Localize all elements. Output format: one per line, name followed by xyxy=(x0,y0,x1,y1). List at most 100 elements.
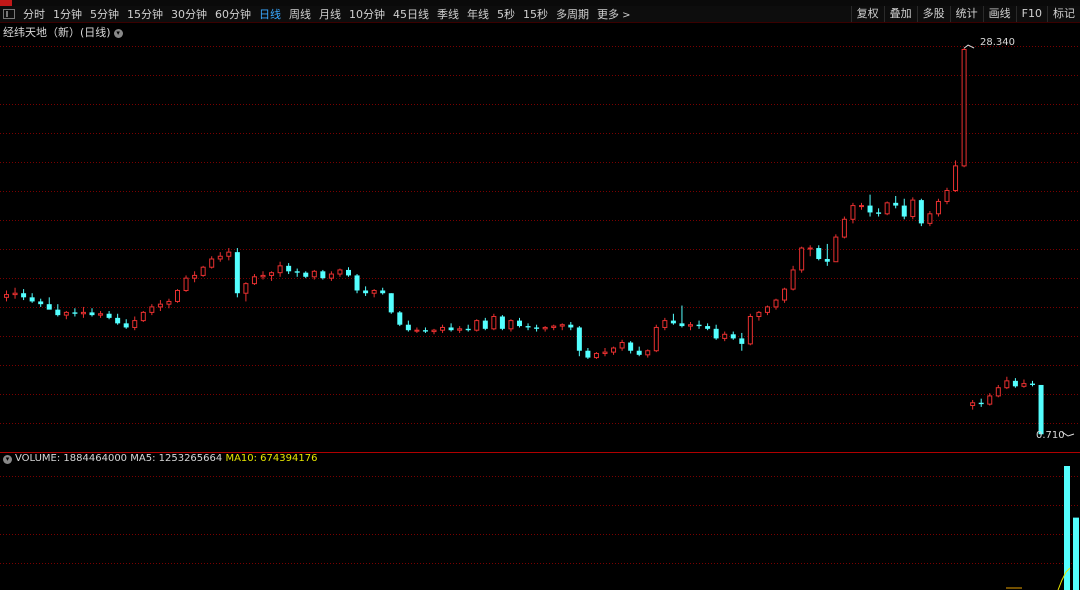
candle-body xyxy=(380,290,386,294)
right-tool-1[interactable]: 叠加 xyxy=(883,6,917,22)
candle-body xyxy=(636,350,642,355)
candle-body xyxy=(115,317,121,324)
candle-body xyxy=(705,326,711,329)
period-tab-12[interactable]: 年线 xyxy=(463,6,493,22)
candle-body xyxy=(482,320,488,329)
period-tab-14[interactable]: 15秒 xyxy=(519,6,552,22)
candle-body xyxy=(286,265,292,272)
candle-body xyxy=(38,301,44,305)
layout-toggle-icon[interactable] xyxy=(3,9,15,19)
period-tab-0[interactable]: 分时 xyxy=(19,6,49,22)
candle-body xyxy=(192,274,198,279)
period-tab-2[interactable]: 5分钟 xyxy=(86,6,123,22)
candle-body xyxy=(414,329,420,332)
candle-body xyxy=(132,320,138,328)
period-tab-11[interactable]: 季线 xyxy=(433,6,463,22)
period-tab-16[interactable]: 更多 > xyxy=(593,6,635,22)
right-toolbar: 复权 叠加 多股 统计 画线 F10 标记 xyxy=(850,6,1080,22)
ma10-value: MA10: 674394176 xyxy=(225,453,318,464)
candle-body xyxy=(645,350,651,356)
right-tool-0[interactable]: 复权 xyxy=(850,6,884,22)
candle-body xyxy=(953,165,959,192)
candle-body xyxy=(346,269,351,276)
candle-body xyxy=(602,351,608,354)
period-tab-5[interactable]: 60分钟 xyxy=(211,6,255,22)
candle-body xyxy=(397,312,403,325)
candle-body xyxy=(320,271,326,279)
candle-body xyxy=(576,327,582,351)
candle-body xyxy=(55,309,61,316)
candle-body xyxy=(200,266,206,276)
period-tab-7[interactable]: 周线 xyxy=(285,6,315,22)
period-tab-15[interactable]: 多周期 xyxy=(552,6,593,22)
period-tabs: 分时 1分钟 5分钟 15分钟 30分钟 60分钟 日线 周线 月线 10分钟 45日线 季线 年线 5秒… xyxy=(19,6,635,22)
candle-body xyxy=(499,316,505,329)
candle-body xyxy=(841,218,847,238)
candle-body xyxy=(448,327,454,331)
candle-body xyxy=(474,320,480,331)
candle-body xyxy=(328,273,334,279)
candle-body xyxy=(542,326,548,330)
kline-chart[interactable] xyxy=(0,36,1080,590)
volume-dropdown-icon[interactable]: ▾ xyxy=(3,455,12,464)
candle-body xyxy=(747,315,753,345)
candle-body xyxy=(824,258,830,262)
candle-body xyxy=(80,311,86,315)
candle-body xyxy=(884,202,890,215)
period-tab-10[interactable]: 45日线 xyxy=(389,6,433,22)
right-tool-5[interactable]: F10 xyxy=(1015,6,1047,22)
period-toolbar: 分时 1分钟 5分钟 15分钟 30分钟 60分钟 日线 周线 月线 10分钟 45日线 季线 年线 5秒… xyxy=(0,6,1080,23)
candle-body xyxy=(405,324,411,331)
period-tab-13[interactable]: 5秒 xyxy=(493,6,519,22)
candle-body xyxy=(696,324,702,327)
candle-body xyxy=(653,326,659,352)
right-tool-3[interactable]: 统计 xyxy=(949,6,983,22)
candle-body xyxy=(611,347,617,353)
candle-body xyxy=(157,303,163,308)
candle-body xyxy=(662,320,668,328)
candle-body xyxy=(850,205,856,220)
candle-body xyxy=(98,313,104,316)
candle-body xyxy=(859,205,864,208)
candle-body xyxy=(175,289,180,302)
candle-body xyxy=(217,255,223,260)
candle-body xyxy=(927,213,933,224)
candle-body xyxy=(106,313,112,318)
candle-body xyxy=(833,236,839,263)
candle-body xyxy=(739,338,745,344)
period-tab-3[interactable]: 15分钟 xyxy=(123,6,167,22)
candle-body xyxy=(816,248,822,259)
candle-body xyxy=(722,333,728,339)
period-tab-1[interactable]: 1分钟 xyxy=(49,6,86,22)
candle-body xyxy=(29,297,35,302)
candle-body xyxy=(517,320,522,327)
candle-body xyxy=(294,271,300,273)
right-tool-6[interactable]: 标记 xyxy=(1047,6,1080,22)
candle-body xyxy=(970,402,976,407)
candle-body xyxy=(4,294,9,298)
candle-body xyxy=(1004,380,1010,389)
max-price-label: 28.340 xyxy=(980,37,1015,48)
candle-body xyxy=(876,212,882,214)
candle-body xyxy=(910,199,916,218)
candle-body xyxy=(183,277,189,291)
candle-body xyxy=(123,323,129,328)
candle-body xyxy=(46,304,52,310)
candle-body xyxy=(585,350,591,358)
right-tool-2[interactable]: 多股 xyxy=(916,6,950,22)
candle-body xyxy=(713,328,719,339)
candle-body xyxy=(277,265,283,274)
period-tab-8[interactable]: 月线 xyxy=(315,6,345,22)
period-tab-4[interactable]: 30分钟 xyxy=(167,6,211,22)
candle-body xyxy=(457,328,463,331)
candle-body xyxy=(559,324,565,327)
candle-body xyxy=(670,320,676,324)
right-tool-4[interactable]: 画线 xyxy=(982,6,1016,22)
period-tab-6[interactable]: 日线 xyxy=(255,6,285,22)
candle-body xyxy=(508,320,514,330)
candle-body xyxy=(807,247,813,250)
candle-body xyxy=(388,293,394,313)
min-price-label: 0.710 xyxy=(1036,430,1065,441)
period-tab-9[interactable]: 10分钟 xyxy=(345,6,389,22)
candle-body xyxy=(354,275,360,291)
